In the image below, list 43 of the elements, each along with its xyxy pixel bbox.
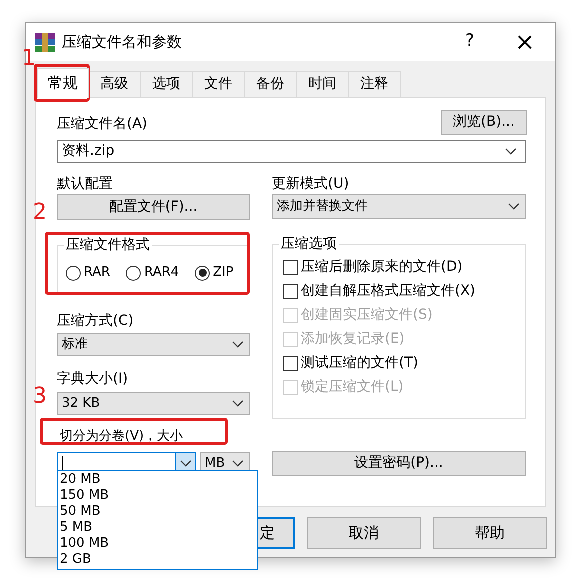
dropdown-item[interactable]: 50 MB <box>58 504 257 520</box>
dialog-button[interactable]: 取消 <box>307 517 421 549</box>
dropdown-item[interactable]: 2 GB <box>58 552 257 568</box>
chevron-down-icon <box>505 148 517 155</box>
browse-button[interactable]: 浏览(B)... <box>441 110 527 135</box>
step-number: 1 <box>22 48 36 70</box>
field-label: 更新模式(U) <box>272 175 350 194</box>
dialog-button[interactable]: 帮助 <box>433 517 547 549</box>
radio-option[interactable]: RAR4 <box>126 263 180 283</box>
chevron-down-icon <box>232 460 244 467</box>
update-mode-select[interactable]: 添加并替换文件 <box>272 194 526 219</box>
method-select[interactable]: 标准 <box>57 333 250 356</box>
archive-name-field[interactable]: 资料.zip <box>57 140 526 163</box>
checkbox-option[interactable]: 压缩后删除原来的文件(D) <box>283 258 525 277</box>
chevron-down-icon <box>180 460 192 467</box>
dropdown-item[interactable]: 100 MB <box>58 536 257 552</box>
tab[interactable]: 注释 <box>348 71 401 97</box>
highlight-frame <box>34 64 90 102</box>
radio-option[interactable]: ZIP <box>195 263 234 283</box>
field-label: 字典大小(I) <box>57 370 130 389</box>
field-label: 压缩方式(C) <box>57 312 135 331</box>
window-title: 压缩文件名和参数 <box>62 32 182 53</box>
dropdown-item[interactable]: 150 MB <box>58 488 257 504</box>
field-label: 默认配置 <box>57 175 114 194</box>
profiles-button[interactable]: 配置文件(F)... <box>57 194 250 220</box>
field-label: 压缩文件名(A) <box>57 115 148 134</box>
close-button[interactable]: × <box>495 30 555 54</box>
dropdown-item[interactable]: 20 MB <box>58 472 257 488</box>
set-password-button[interactable]: 设置密码(P)... <box>272 451 526 476</box>
tab[interactable]: 常规 <box>37 68 89 98</box>
field-label: 切分为分卷(V)，大小 <box>59 428 184 446</box>
checkbox-option[interactable]: 创建自解压格式压缩文件(X) <box>283 282 525 301</box>
dictionary-select[interactable]: 32 KB <box>57 392 250 415</box>
app-icon <box>35 32 55 52</box>
dropdown-item[interactable]: 5 MB <box>58 520 257 536</box>
chevron-down-icon <box>232 341 244 348</box>
step-number: 3 <box>33 386 47 408</box>
checkbox-option[interactable]: 测试压缩的文件(T) <box>283 354 525 373</box>
chevron-down-icon <box>232 400 244 407</box>
chevron-down-icon <box>508 203 520 210</box>
help-button[interactable]: ? <box>447 29 493 55</box>
step-number: 2 <box>33 202 47 224</box>
radio-option[interactable]: RAR <box>66 263 110 283</box>
